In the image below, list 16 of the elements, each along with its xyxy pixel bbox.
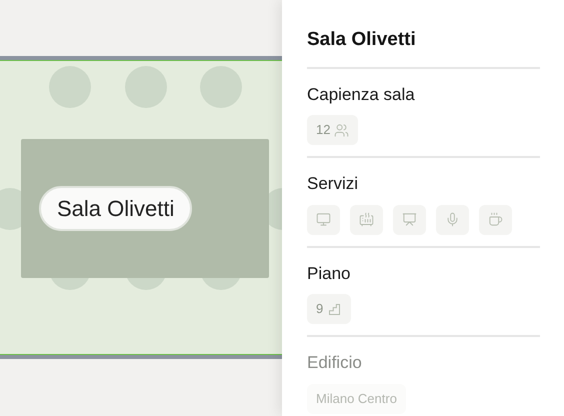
chip-text: 12	[316, 121, 330, 140]
coffee-cup-icon	[488, 212, 503, 227]
section-label: Edificio	[307, 352, 363, 374]
room-label[interactable]: Sala Olivetti	[39, 186, 192, 231]
presentation-board-icon	[402, 212, 417, 227]
section-label: Servizi	[307, 173, 360, 195]
monitor-icon	[316, 212, 331, 227]
section-label: Capienza sala	[307, 84, 416, 106]
chip-text: 9	[316, 300, 324, 318]
chip-text: Milano Centro	[316, 390, 397, 408]
heater-icon	[359, 212, 374, 227]
panel-title: Sala Olivetti	[307, 26, 540, 68]
section-label: Piano	[307, 262, 352, 284]
stairs-icon	[327, 302, 342, 316]
microphone-icon	[445, 212, 460, 227]
people-icon	[334, 122, 350, 138]
